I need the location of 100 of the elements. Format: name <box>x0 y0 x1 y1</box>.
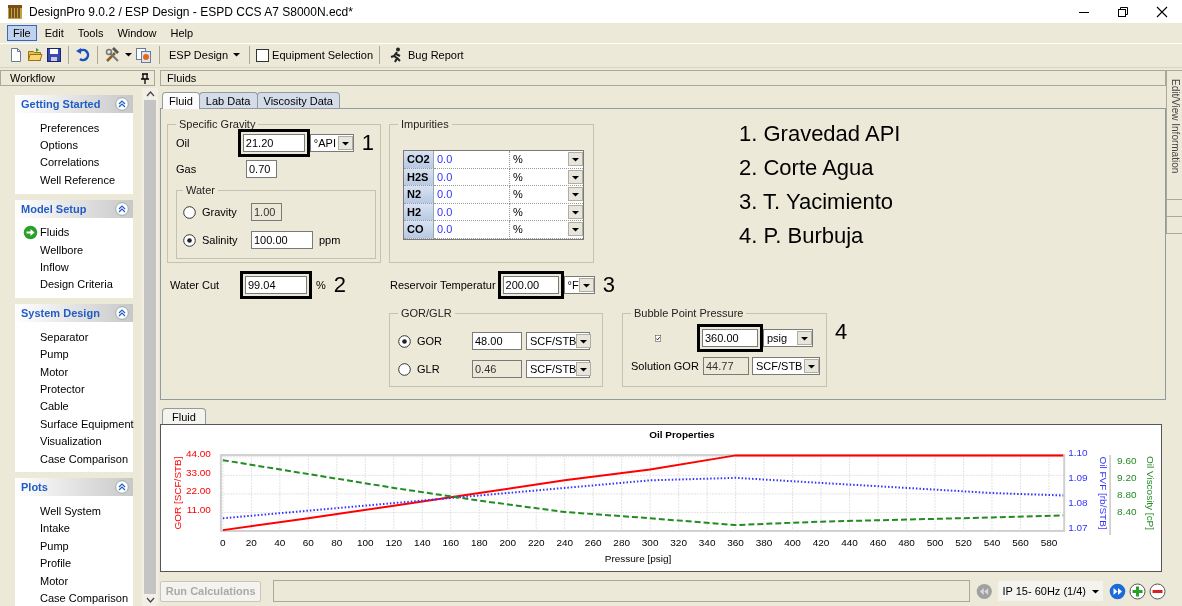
save-icon[interactable] <box>46 47 62 64</box>
workflow-item[interactable]: Design Criteria <box>40 278 113 291</box>
field-label: Water Cut <box>170 279 221 291</box>
unit-dropdown[interactable]: °API <box>309 134 354 152</box>
menu-item[interactable]: Help <box>164 25 200 41</box>
pin-icon[interactable] <box>140 72 150 84</box>
case-dropdown[interactable]: IP 15- 60Hz (1/4) <box>998 581 1103 601</box>
group-title: Impurities <box>400 118 450 130</box>
mode-dropdown[interactable]: ESP Design <box>166 48 244 63</box>
tick-label: 420 <box>812 536 830 548</box>
radio-button[interactable] <box>398 334 411 348</box>
tick-label: 1.09 <box>1068 471 1088 483</box>
workflow-item[interactable]: Visualization <box>40 435 102 448</box>
table-cell[interactable]: 0.0 <box>434 221 510 239</box>
workflow-item[interactable]: Profile <box>40 557 72 570</box>
field-label: Reservoir Temperatur <box>390 279 496 291</box>
unit-dropdown[interactable]: % <box>510 221 583 239</box>
add-icon[interactable] <box>1129 582 1146 600</box>
collapse-icon <box>115 201 129 216</box>
text-field[interactable]: 0.46 <box>472 360 522 378</box>
workflow-item[interactable]: Case Comparison <box>40 591 129 604</box>
menu-item[interactable]: File <box>7 25 37 41</box>
text-field[interactable]: 48.00 <box>472 332 522 350</box>
text-field[interactable]: 0.70 <box>246 160 277 178</box>
document-title: Fluids <box>167 72 197 84</box>
bug-report-button[interactable]: Bug Report <box>386 46 467 65</box>
tab[interactable]: Fluid <box>162 408 206 424</box>
text-field[interactable]: 21.20 <box>242 134 305 152</box>
workflow-item[interactable]: Motor <box>40 574 69 587</box>
tab[interactable]: Viscosity Data <box>256 92 340 108</box>
side-tab[interactable]: Edit/View Information <box>1166 70 1182 200</box>
undo-icon[interactable] <box>75 47 91 64</box>
tick-label: 260 <box>584 536 602 548</box>
unit-dropdown[interactable]: °F <box>563 276 595 294</box>
workflow-item[interactable]: Correlations <box>40 156 100 169</box>
text-field[interactable]: 99.04 <box>245 276 307 294</box>
workflow-item[interactable]: Cable <box>40 400 69 413</box>
table-cell[interactable]: 0.0 <box>434 186 510 204</box>
checkbox-label: Equipment Selection <box>272 49 373 62</box>
scroll-down-icon[interactable] <box>145 597 155 603</box>
row-header: N2 <box>404 186 434 204</box>
open-folder-icon[interactable] <box>27 47 43 64</box>
tick-label: 220 <box>527 536 545 548</box>
tick-label: 20 <box>245 536 257 548</box>
documents-icon[interactable] <box>135 47 153 64</box>
option-label: GOR <box>417 335 443 347</box>
new-document-icon[interactable] <box>8 47 24 64</box>
tick-label: 1.10 <box>1068 446 1088 458</box>
workflow-item[interactable]: Inflow <box>40 261 69 274</box>
text-field[interactable]: 360.00 <box>702 329 758 347</box>
note-text: 3. T. Yacimiento <box>739 188 894 216</box>
caret-icon[interactable] <box>125 53 132 58</box>
tick-label: 320 <box>670 536 687 548</box>
unit-dropdown[interactable]: % <box>510 151 583 169</box>
workflow-item[interactable]: Surface Equipment <box>40 417 134 430</box>
fast-forward-icon[interactable] <box>1109 582 1126 600</box>
radio-button[interactable] <box>183 233 196 247</box>
workflow-item[interactable]: Options <box>40 139 78 152</box>
tools-icon[interactable] <box>104 47 122 64</box>
radio-button[interactable] <box>398 362 411 376</box>
caret-icon <box>578 278 594 292</box>
workflow-item[interactable]: Separator <box>40 330 89 343</box>
tick-label: 1.08 <box>1068 497 1088 509</box>
tab[interactable]: Fluid <box>162 92 200 109</box>
workflow-item[interactable]: Pump <box>40 348 69 361</box>
caret-icon <box>804 359 819 373</box>
workflow-item[interactable]: Preferences <box>40 121 100 134</box>
app-icon <box>7 3 23 20</box>
menu-item[interactable]: Edit <box>38 25 70 41</box>
workflow-item[interactable]: Well System <box>40 504 101 517</box>
group-title: Specific Gravity <box>178 118 257 130</box>
text-field[interactable]: 1.00 <box>251 203 282 221</box>
workflow-item[interactable]: Fluids <box>40 226 70 239</box>
menu-item[interactable]: Tools <box>71 25 110 41</box>
unit-dropdown[interactable]: psig <box>763 329 813 347</box>
radio-button[interactable] <box>183 205 196 219</box>
scroll-up-icon[interactable] <box>145 91 155 97</box>
text-field[interactable]: 100.00 <box>251 231 313 249</box>
note-text: 4. P. Burbuja <box>739 222 864 250</box>
workflow-item[interactable]: Motor <box>40 365 69 378</box>
workflow-item[interactable]: Pump <box>40 539 69 552</box>
menu-item[interactable]: Window <box>111 25 163 41</box>
tick-label: 33.00 <box>185 466 211 478</box>
checkbox[interactable] <box>256 48 270 62</box>
unit-dropdown[interactable]: % <box>510 186 583 204</box>
unit-dropdown[interactable]: SCF/STB <box>526 360 590 378</box>
tick-label: 440 <box>841 536 858 548</box>
workflow-item[interactable]: Intake <box>40 522 70 535</box>
tab[interactable]: Lab Data <box>198 92 258 108</box>
remove-icon[interactable] <box>1149 582 1166 600</box>
workflow-item[interactable]: Protector <box>40 383 85 395</box>
tick-label: 100 <box>357 536 374 548</box>
table-cell[interactable]: 0.0 <box>434 151 510 169</box>
unit-dropdown[interactable]: SCF/STB <box>526 332 590 350</box>
scrollbar[interactable] <box>142 88 158 606</box>
workflow-item[interactable]: Case Comparison <box>40 452 129 465</box>
text-field[interactable]: 200.00 <box>502 276 559 294</box>
workflow-item[interactable]: Well Reference <box>40 173 115 186</box>
workflow-item[interactable]: Wellbore <box>40 243 84 256</box>
caret-icon <box>568 169 583 184</box>
